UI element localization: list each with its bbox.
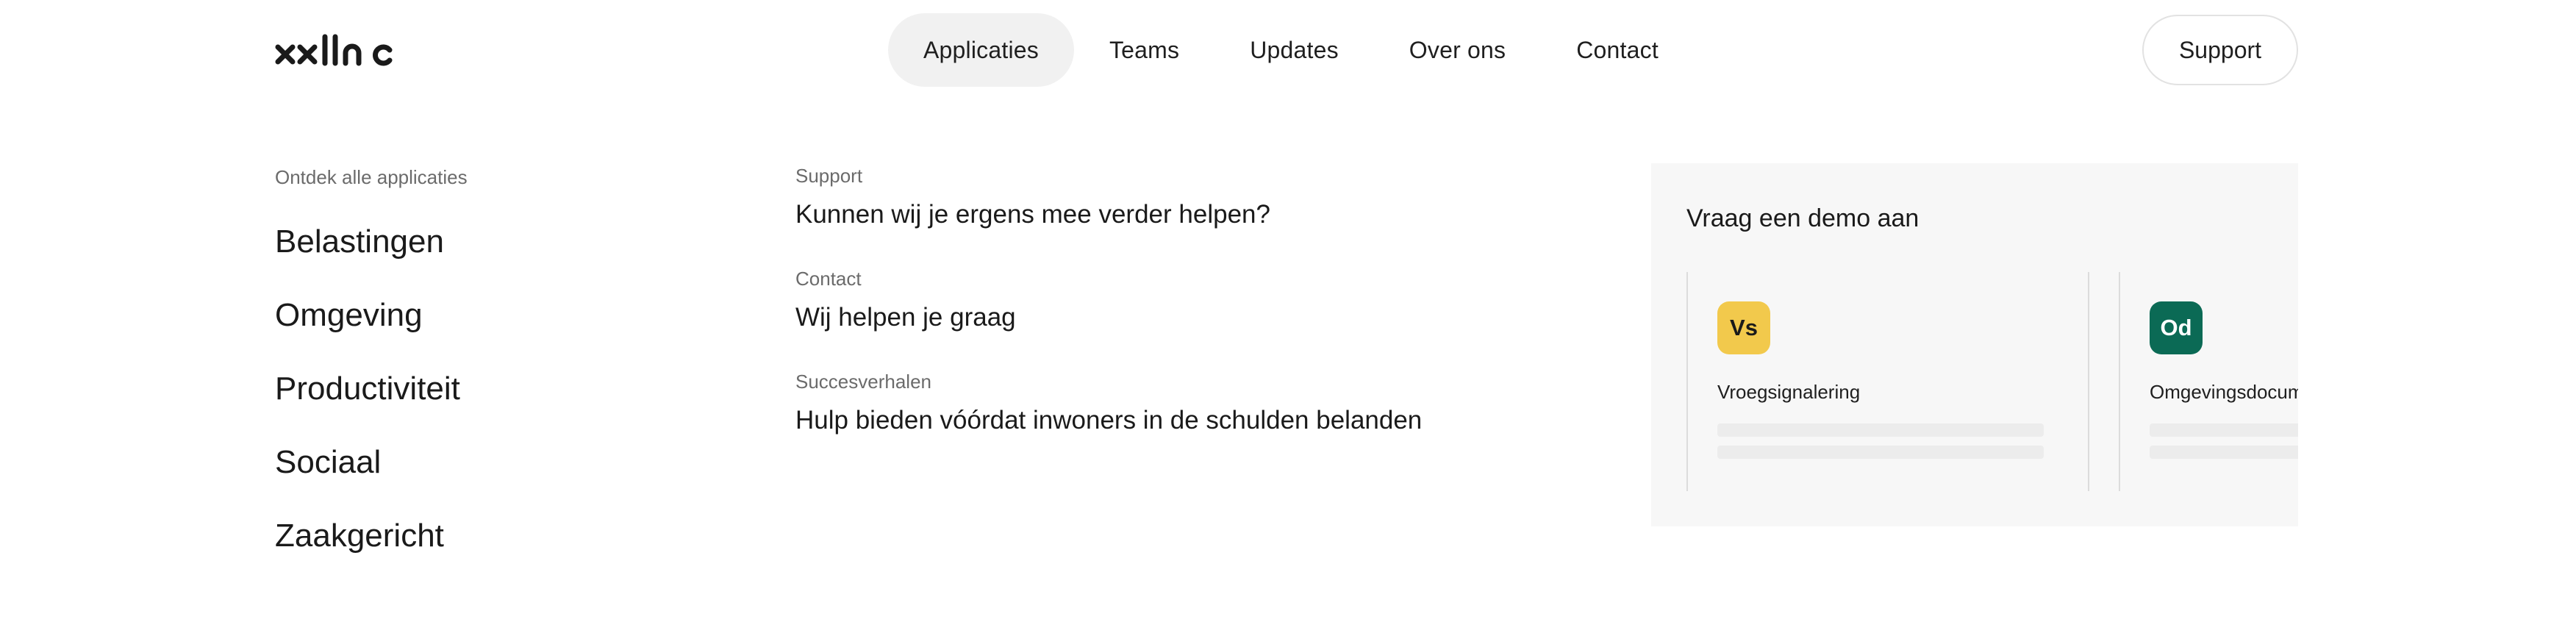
category-belastingen[interactable]: Belastingen xyxy=(275,223,468,296)
contact-block: Contact Wij helpen je graag xyxy=(795,266,1422,369)
category-zaakgericht[interactable]: Zaakgericht xyxy=(275,517,468,590)
category-omgeving[interactable]: Omgeving xyxy=(275,296,468,370)
site-header: Applicaties Teams Updates Over ons Conta… xyxy=(0,0,2576,101)
category-sociaal[interactable]: Sociaal xyxy=(275,443,468,517)
app-badge-vs: Vs xyxy=(1717,301,1770,354)
nav-applicaties[interactable]: Applicaties xyxy=(888,13,1074,87)
support-link[interactable]: Kunnen wij je ergens mee verder helpen? xyxy=(795,199,1422,231)
nav-updates[interactable]: Updates xyxy=(1214,13,1374,87)
nav-over-ons[interactable]: Over ons xyxy=(1374,13,1541,87)
category-list: Belastingen Omgeving Productiviteit Soci… xyxy=(275,223,468,590)
nav-teams[interactable]: Teams xyxy=(1074,13,1214,87)
contact-label: Contact xyxy=(795,268,862,290)
skeleton-line xyxy=(2150,446,2298,459)
category-productiviteit[interactable]: Productiviteit xyxy=(275,370,468,443)
support-label: Support xyxy=(795,165,863,187)
demo-panel: Vraag een demo aan Vs Vroegsignalering O… xyxy=(1651,163,2298,526)
skeleton-line xyxy=(1717,446,2044,459)
support-button[interactable]: Support xyxy=(2142,15,2298,85)
xxllnc-logo[interactable] xyxy=(275,32,396,69)
skeleton-line xyxy=(1717,423,2044,437)
succesverhalen-label: Succesverhalen xyxy=(795,371,931,393)
card-label: Vroegsignalering xyxy=(1717,381,1861,403)
contact-link[interactable]: Wij helpen je graag xyxy=(795,301,1422,334)
demo-card-vroegsignalering[interactable]: Vs Vroegsignalering xyxy=(1686,272,2089,491)
links-column: Support Kunnen wij je ergens mee verder … xyxy=(795,163,1422,472)
succesverhalen-link[interactable]: Hulp bieden vóórdat inwoners in de schul… xyxy=(795,404,1422,437)
app-badge-od: Od xyxy=(2150,301,2203,354)
card-label: Omgevingsdocumenten xyxy=(2150,381,2298,403)
applications-column: Ontdek alle applicaties Belastingen Omge… xyxy=(275,166,468,590)
demo-title[interactable]: Vraag een demo aan xyxy=(1686,204,1919,233)
demo-card-omgevingsdocumenten[interactable]: Od Omgevingsdocumenten xyxy=(2119,272,2298,491)
skeleton-line xyxy=(2150,423,2298,437)
applications-intro: Ontdek alle applicaties xyxy=(275,166,468,188)
succesverhalen-block: Succesverhalen Hulp bieden vóórdat inwon… xyxy=(795,369,1422,472)
support-block: Support Kunnen wij je ergens mee verder … xyxy=(795,163,1422,266)
main-nav: Applicaties Teams Updates Over ons Conta… xyxy=(888,13,1694,87)
nav-contact[interactable]: Contact xyxy=(1541,13,1694,87)
